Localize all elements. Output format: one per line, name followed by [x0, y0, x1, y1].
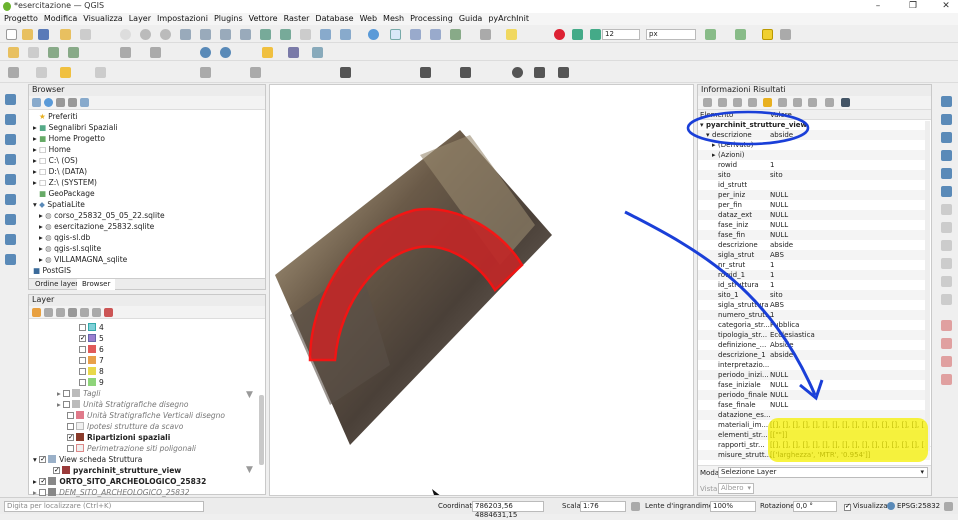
render-label: Visualizza: [853, 502, 888, 510]
annotation-overlay: [624, 110, 928, 462]
reverse-icon[interactable]: [941, 374, 952, 385]
right-vertical-toolbar: [936, 84, 958, 496]
rotation-field[interactable]: 0,0 °: [793, 501, 837, 512]
scale-label: Scala: [562, 502, 581, 510]
delete-ring-icon[interactable]: [941, 258, 952, 269]
coord-field[interactable]: 786203,56 4884631,15: [472, 501, 544, 519]
status-bar: Digita per localizzare (Ctrl+K) Coordina…: [0, 497, 958, 519]
node-icon[interactable]: [941, 114, 952, 125]
merge-attr-icon[interactable]: [941, 338, 952, 349]
ring-icon[interactable]: [941, 204, 952, 215]
fill-ring-icon[interactable]: [941, 240, 952, 251]
rotation-label: Rotazione: [760, 502, 795, 510]
digitize-icon[interactable]: [941, 96, 952, 107]
merge-icon[interactable]: [941, 320, 952, 331]
delete-part-icon[interactable]: [941, 276, 952, 287]
magnifier-field[interactable]: 100%: [710, 501, 756, 512]
blue-arrow-annotation: [624, 210, 817, 396]
split-parts-icon[interactable]: [941, 294, 952, 305]
offset-icon[interactable]: [941, 150, 952, 161]
rotate-point-icon[interactable]: [941, 356, 952, 367]
crs-label[interactable]: EPSG:25832: [897, 502, 940, 510]
part-icon[interactable]: [941, 222, 952, 233]
reshape-icon[interactable]: [941, 132, 952, 143]
crs-icon[interactable]: [887, 502, 895, 510]
scale-select[interactable]: 1:76: [580, 501, 626, 512]
messages-icon[interactable]: [944, 502, 953, 511]
rotate-icon[interactable]: [941, 168, 952, 179]
simplify-icon[interactable]: [941, 186, 952, 197]
blue-circle-annotation: [686, 110, 810, 146]
locator-search-input[interactable]: Digita per localizzare (Ctrl+K): [4, 501, 204, 512]
yellow-highlight: [768, 418, 928, 462]
lock-scale-icon[interactable]: [631, 502, 640, 511]
render-checkbox[interactable]: [844, 502, 851, 511]
coord-label: Coordinata: [438, 502, 477, 510]
